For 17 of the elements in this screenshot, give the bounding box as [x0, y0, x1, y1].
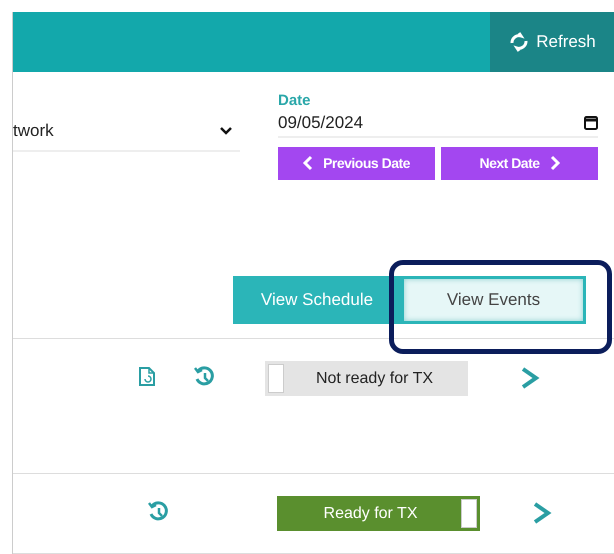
chevron-left-icon — [303, 155, 314, 172]
date-label: Date — [278, 92, 312, 110]
document-icon[interactable] — [137, 366, 157, 388]
network-select[interactable]: twork — [13, 112, 240, 152]
chevron-right-icon[interactable] — [520, 366, 540, 390]
status-toggle[interactable]: Ready for TX — [277, 496, 480, 532]
refresh-icon — [508, 30, 530, 53]
refresh-button[interactable]: Refresh — [490, 12, 614, 72]
view-tab[interactable]: View Schedule — [233, 276, 401, 324]
previous-date-button[interactable]: Previous Date — [278, 146, 435, 180]
chevron-right-icon — [550, 155, 560, 172]
chevron-right-icon[interactable] — [532, 501, 552, 526]
next-date-button[interactable]: Next Date — [441, 146, 598, 180]
chevron-down-icon — [220, 126, 232, 135]
status-toggle[interactable]: Not ready for TX — [265, 361, 468, 396]
calendar-icon[interactable] — [584, 115, 598, 130]
view-tab[interactable]: View Events — [401, 276, 586, 324]
